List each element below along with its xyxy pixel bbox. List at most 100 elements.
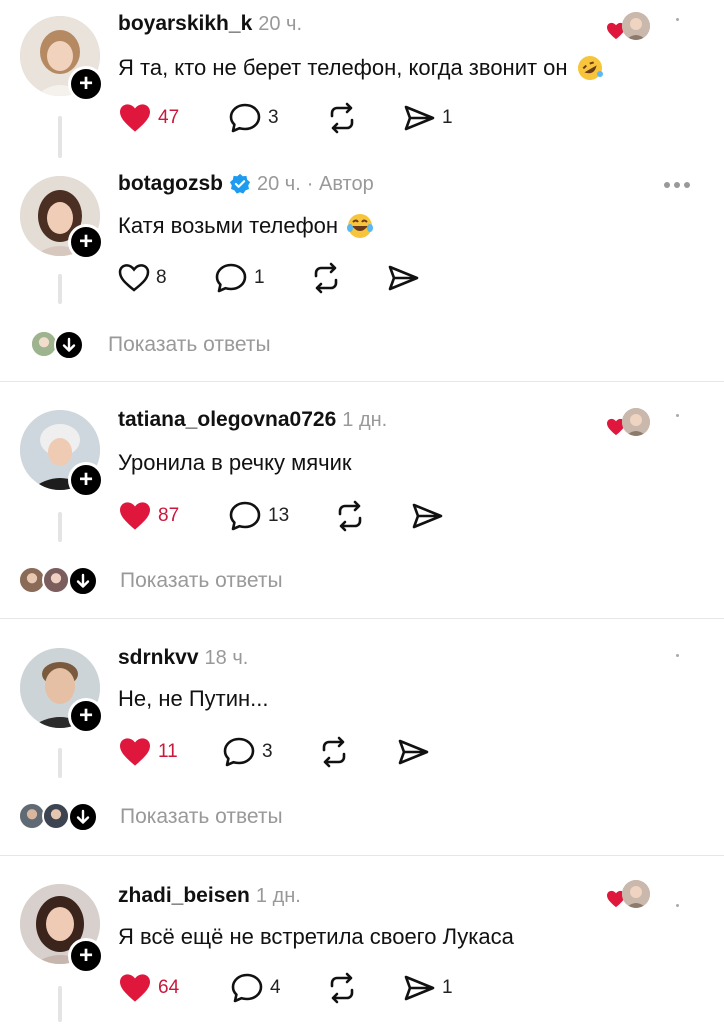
follow-plus-button[interactable]: + <box>68 938 104 974</box>
divider <box>0 855 724 856</box>
author-liked-indicator <box>602 408 672 442</box>
reply-button[interactable]: 4 <box>230 968 281 1008</box>
dot-mark <box>676 414 679 417</box>
author-liked-indicator <box>602 12 672 46</box>
more-options-icon[interactable] <box>664 182 690 188</box>
reply-count: 1 <box>254 267 265 288</box>
comment-post: + boyarskikh_k 20 ч. Я та, кто не берет … <box>0 0 724 160</box>
reply-button[interactable]: 13 <box>228 496 289 536</box>
thread-line <box>58 748 62 778</box>
author-badge: · Автор <box>306 172 374 195</box>
share-count: 1 <box>442 107 453 128</box>
arrow-down-icon <box>54 330 84 360</box>
author-avatar <box>622 12 650 40</box>
comment-text: Я всё ещё не встретила своего Лукаса <box>118 924 514 949</box>
dot-mark <box>676 654 679 657</box>
author-avatar <box>622 408 650 436</box>
timestamp: 20 ч. <box>257 172 301 195</box>
repost-button[interactable] <box>310 258 342 298</box>
reply-avatars <box>30 330 108 360</box>
heart-filled-icon <box>120 104 150 132</box>
username[interactable]: tatiana_olegovna0726 <box>118 408 336 432</box>
verified-badge-icon <box>229 173 251 194</box>
like-count: 64 <box>158 977 180 998</box>
heart-outline-icon <box>118 264 150 292</box>
follow-plus-button[interactable]: + <box>68 66 104 102</box>
username[interactable]: botagozsb <box>118 172 223 196</box>
divider <box>0 381 724 382</box>
like-button[interactable]: 87 <box>118 496 179 536</box>
reply-count: 3 <box>262 741 273 762</box>
follow-plus-button[interactable]: + <box>68 224 104 260</box>
reply-count: 13 <box>268 505 290 526</box>
action-bar: 87 13 <box>118 496 538 536</box>
send-icon <box>388 265 419 291</box>
action-bar: 47 3 1 <box>118 98 538 138</box>
show-replies-label: Показать ответы <box>120 805 283 828</box>
show-replies-button[interactable]: Показать ответы <box>30 328 271 362</box>
reply-button[interactable]: 3 <box>228 98 279 138</box>
post-header: botagozsb 20 ч. · Автор <box>118 172 374 196</box>
comment-text-row: Я всё ещё не встретила своего Лукаса <box>118 924 514 950</box>
comment-post: + zhadi_beisen 1 дн. Я всё ещё не встрет… <box>0 868 724 1024</box>
like-button[interactable]: 47 <box>118 98 179 138</box>
thread-line <box>58 116 62 158</box>
comment-post: + sdrnkvv 18 ч. Не, не Путин... 11 3 Пок… <box>0 632 724 852</box>
comment-text-row: Не, не Путин... <box>118 686 269 712</box>
show-replies-label: Показать ответы <box>120 569 283 592</box>
author-avatar <box>622 880 650 908</box>
thread-line <box>58 986 62 1022</box>
reply-button[interactable]: 1 <box>214 258 265 298</box>
username[interactable]: zhadi_beisen <box>118 884 250 908</box>
timestamp: 20 ч. <box>258 12 303 35</box>
comment-icon <box>223 737 255 767</box>
tears-of-joy-emoji <box>347 214 374 238</box>
like-count: 47 <box>158 107 180 128</box>
share-button[interactable] <box>386 258 420 298</box>
show-replies-button[interactable]: Показать ответы <box>18 564 283 598</box>
reply-avatar <box>42 566 70 594</box>
like-count: 87 <box>158 505 180 526</box>
action-bar: 64 4 1 <box>118 968 538 1008</box>
comment-post: + tatiana_olegovna0726 1 дн. Уронила в р… <box>0 396 724 616</box>
timestamp: 1 дн. <box>255 884 301 907</box>
reply-button[interactable]: 3 <box>222 732 273 772</box>
reply-count: 4 <box>270 977 281 998</box>
repost-button[interactable] <box>326 968 358 1008</box>
share-button[interactable]: 1 <box>402 98 453 138</box>
repost-button[interactable] <box>326 98 358 138</box>
comment-post: + botagozsb 20 ч. · Автор Катя возьми те… <box>0 160 724 380</box>
like-button[interactable]: 64 <box>118 968 179 1008</box>
heart-filled-icon <box>120 502 150 530</box>
follow-plus-button[interactable]: + <box>68 698 104 734</box>
dot-mark <box>676 18 679 21</box>
comment-text-row: Уронила в речку мячик <box>118 450 351 476</box>
post-header: sdrnkvv 18 ч. <box>118 646 248 670</box>
like-button[interactable]: 8 <box>118 258 167 298</box>
comment-text-row: Катя возьми телефон <box>118 212 374 240</box>
thread-line <box>58 512 62 542</box>
show-replies-button[interactable]: Показать ответы <box>18 800 283 834</box>
repost-button[interactable] <box>318 732 350 772</box>
repost-icon <box>322 736 346 768</box>
comment-text: Катя возьми телефон <box>118 213 339 238</box>
post-header: boyarskikh_k 20 ч. <box>118 12 302 36</box>
send-icon <box>398 739 429 765</box>
repost-icon <box>330 972 354 1004</box>
comment-icon <box>229 501 261 531</box>
share-button[interactable]: 1 <box>402 968 453 1008</box>
dot-mark <box>676 904 679 907</box>
share-button[interactable] <box>396 732 430 772</box>
reply-count: 3 <box>268 107 279 128</box>
comment-text: Я та, кто не берет телефон, когда звонит… <box>118 55 568 80</box>
send-icon <box>404 105 435 131</box>
share-button[interactable] <box>410 496 444 536</box>
send-icon <box>412 503 443 529</box>
username[interactable]: sdrnkvv <box>118 646 199 670</box>
username[interactable]: boyarskikh_k <box>118 12 252 36</box>
follow-plus-button[interactable]: + <box>68 462 104 498</box>
like-button[interactable]: 11 <box>118 732 178 772</box>
repost-button[interactable] <box>334 496 366 536</box>
timestamp: 18 ч. <box>204 646 249 669</box>
rolling-on-floor-laughing-emoji <box>577 56 603 80</box>
